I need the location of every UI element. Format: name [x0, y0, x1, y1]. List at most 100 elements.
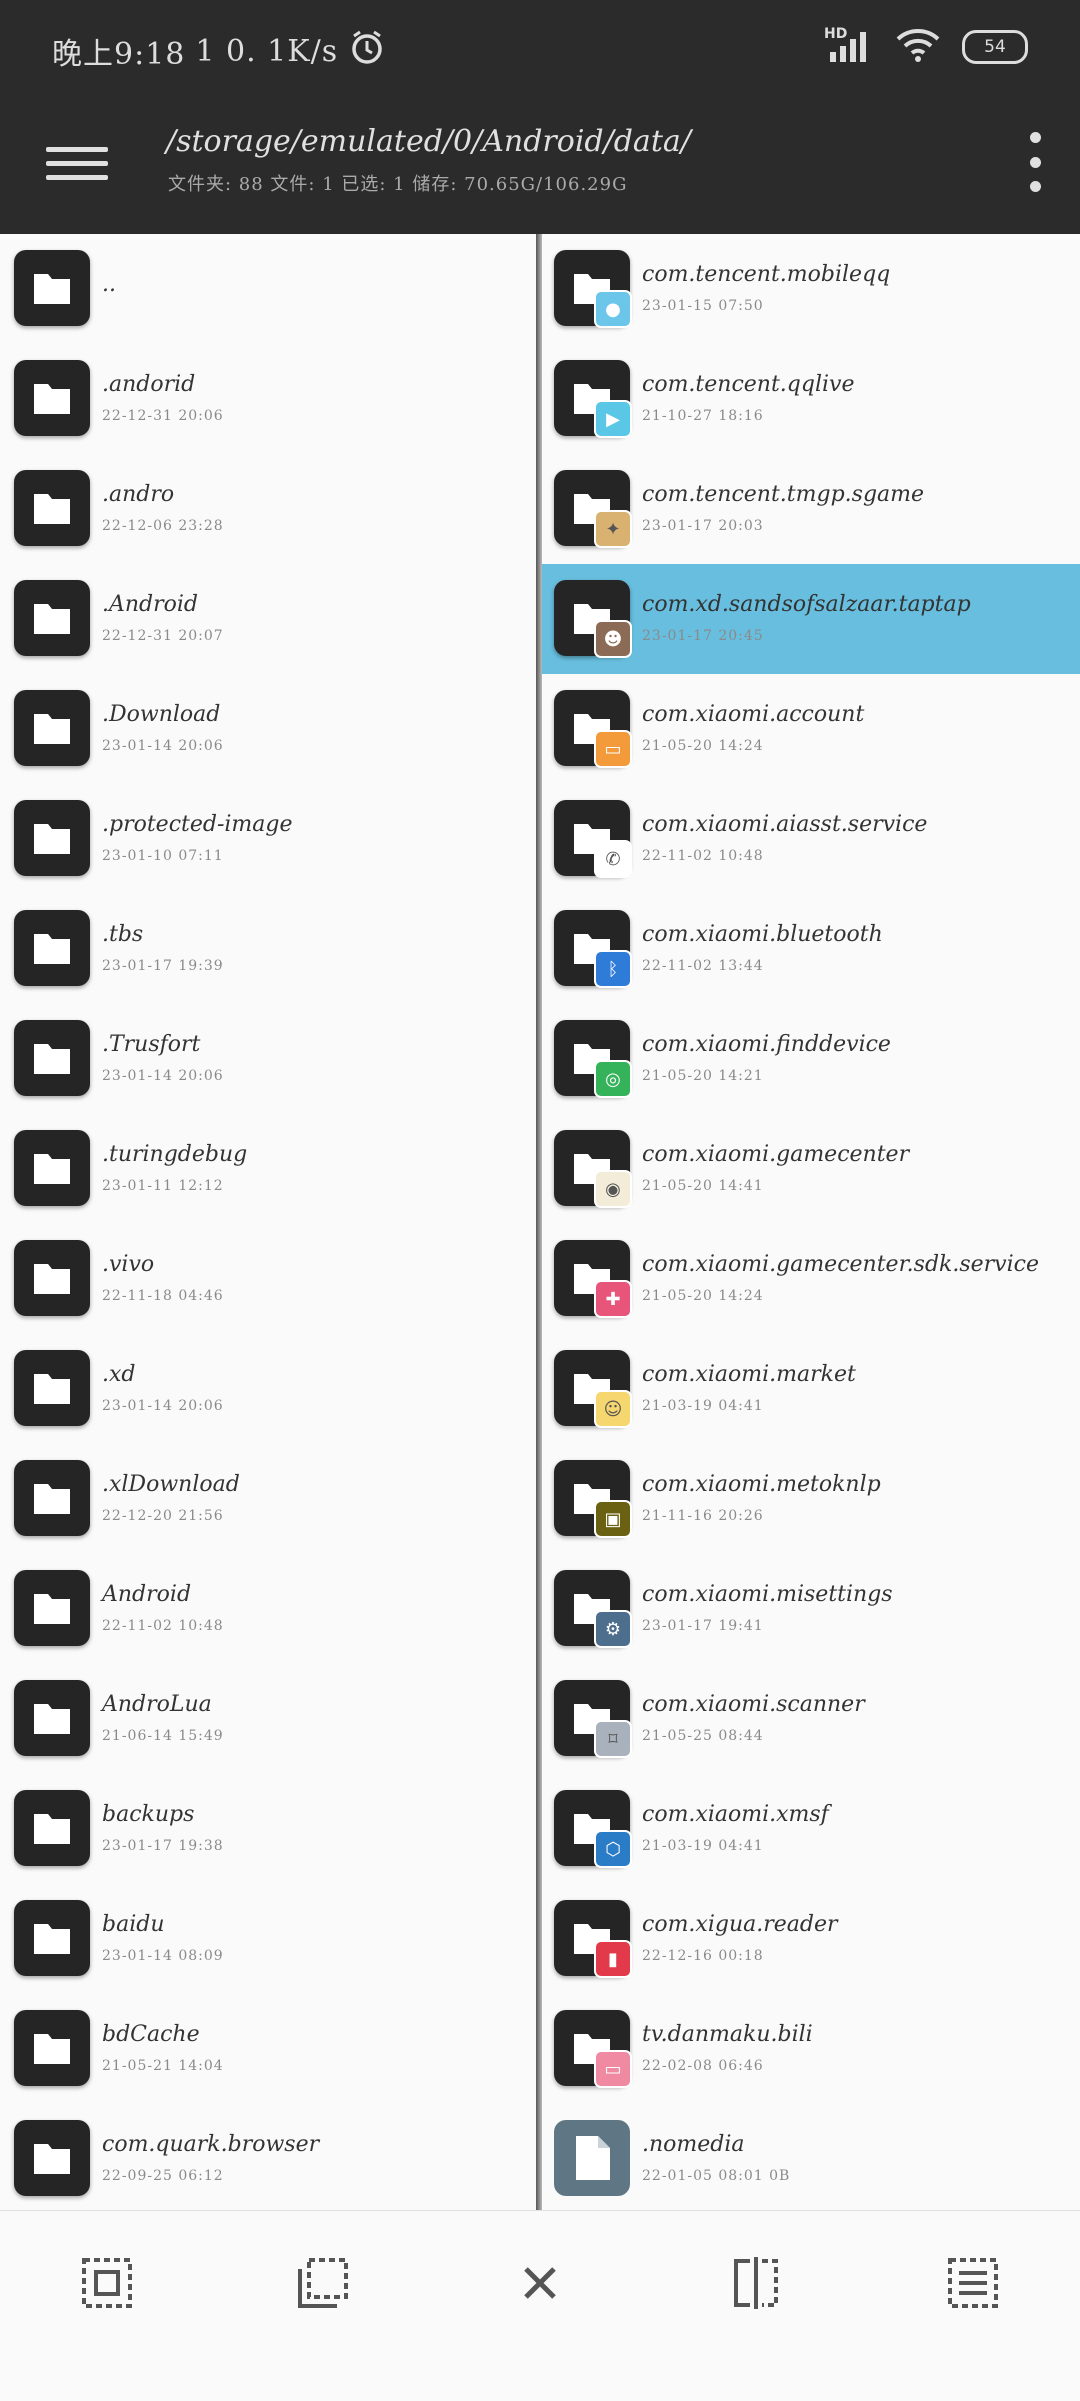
item-date: 22-11-02 10:48 — [642, 848, 764, 864]
item-date: 22-01-05 08:01 0B — [642, 2168, 791, 2184]
item-name: bdCache — [102, 2022, 200, 2047]
play-icon: ▶ — [594, 400, 632, 438]
market-icon: ☺ — [594, 1390, 632, 1428]
folder-row[interactable]: ● com.tencent.mobileqq 23-01-15 07:50 — [542, 234, 1080, 344]
item-name: com.xiaomi.bluetooth — [642, 922, 883, 947]
folder-icon: ☻ — [554, 580, 632, 658]
item-name: com.xigua.reader — [642, 1912, 838, 1937]
battery-indicator: 54 — [962, 30, 1028, 64]
item-date: 22-12-06 23:28 — [102, 518, 224, 534]
item-date: 21-05-20 14:24 — [642, 1288, 764, 1304]
list-icon[interactable] — [943, 2253, 1003, 2313]
item-name: AndroLua — [102, 1692, 212, 1717]
folder-icon — [14, 470, 90, 546]
item-name: com.xiaomi.metoknlp — [642, 1472, 881, 1497]
folder-icon — [14, 1130, 90, 1206]
item-date: 23-01-14 08:09 — [102, 1948, 224, 1964]
item-date: 22-11-02 13:44 — [642, 958, 764, 974]
menu-icon[interactable] — [46, 132, 108, 194]
folder-row[interactable]: .xlDownload 22-12-20 21:56 — [0, 1444, 536, 1554]
item-name: com.tencent.tmgp.sgame — [642, 482, 925, 507]
item-name: com.xiaomi.xmsf — [642, 1802, 829, 1827]
current-path[interactable]: /storage/emulated/0/Android/data/ — [166, 124, 691, 159]
item-name: com.tencent.mobileqq — [642, 262, 891, 287]
folder-row[interactable]: .turingdebug 23-01-11 12:12 — [0, 1114, 536, 1224]
item-date: 21-05-21 14:04 — [102, 2058, 224, 2074]
item-name: com.xiaomi.finddevice — [642, 1032, 891, 1057]
item-date: 22-12-31 20:07 — [102, 628, 224, 644]
folder-icon — [14, 1900, 90, 1976]
gamepad-icon: ◉ — [594, 1170, 632, 1208]
storage-stats: 文件夹: 88 文件: 1 已选: 1 储存: 70.65G/106.29G — [168, 174, 628, 195]
folder-row[interactable]: ▭ tv.danmaku.bili 22-02-08 06:46 — [542, 1994, 1080, 2104]
item-name: .xd — [102, 1362, 136, 1387]
folder-row[interactable]: .Android 22-12-31 20:07 — [0, 564, 536, 674]
folder-row[interactable]: .andro 22-12-06 23:28 — [0, 454, 536, 564]
split-view-icon[interactable] — [726, 2253, 786, 2313]
folder-row[interactable]: .tbs 23-01-17 19:39 — [0, 894, 536, 1004]
item-date: 21-05-20 14:24 — [642, 738, 764, 754]
item-name: com.quark.browser — [102, 2132, 320, 2157]
more-options-icon[interactable] — [1020, 132, 1050, 192]
item-date: 21-03-19 04:41 — [642, 1838, 764, 1854]
folder-row[interactable]: ▭ com.xiaomi.account 21-05-20 14:24 — [542, 674, 1080, 784]
folder-row[interactable]: .protected-image 23-01-10 07:11 — [0, 784, 536, 894]
item-name: .. — [102, 272, 116, 297]
folder-row[interactable]: ☺ com.xiaomi.market 21-03-19 04:41 — [542, 1334, 1080, 1444]
status-time: 晚上9:18 — [52, 37, 186, 72]
select-range-icon[interactable] — [293, 2253, 353, 2313]
folder-row[interactable]: ◉ com.xiaomi.gamecenter 21-05-20 14:41 — [542, 1114, 1080, 1224]
item-name: com.xiaomi.scanner — [642, 1692, 865, 1717]
folder-row[interactable]: ⬡ com.xiaomi.xmsf 21-03-19 04:41 — [542, 1774, 1080, 1884]
folder-row[interactable]: .Download 23-01-14 20:06 — [0, 674, 536, 784]
folder-icon: ▮ — [554, 1900, 632, 1978]
scanner-icon: ⌑ — [594, 1720, 632, 1758]
item-name: com.xiaomi.account — [642, 702, 865, 727]
folder-icon: ⚙ — [554, 1570, 632, 1648]
folder-row[interactable]: .Trusfort 23-01-14 20:06 — [0, 1004, 536, 1114]
select-all-icon[interactable] — [77, 2253, 137, 2313]
item-date: 22-11-18 04:46 — [102, 1288, 224, 1304]
item-date: 22-12-31 20:06 — [102, 408, 224, 424]
folder-icon — [14, 1460, 90, 1536]
folder-row[interactable]: ⌑ com.xiaomi.scanner 21-05-25 08:44 — [542, 1664, 1080, 1774]
folder-row[interactable]: .xd 23-01-14 20:06 — [0, 1334, 536, 1444]
bilibili-tv-icon: ▭ — [594, 2050, 632, 2088]
folder-row[interactable]: Android 22-11-02 10:48 — [0, 1554, 536, 1664]
item-date: 23-01-17 19:41 — [642, 1618, 764, 1634]
folder-row[interactable]: ▣ com.xiaomi.metoknlp 21-11-16 20:26 — [542, 1444, 1080, 1554]
folder-icon: ✆ — [554, 800, 632, 878]
folder-row[interactable]: AndroLua 21-06-14 15:49 — [0, 1664, 536, 1774]
folder-row[interactable]: ▶ com.tencent.qqlive 21-10-27 18:16 — [542, 344, 1080, 454]
alarm-icon — [348, 28, 386, 74]
folder-row[interactable]: baidu 23-01-14 08:09 — [0, 1884, 536, 1994]
folder-row[interactable]: ⚙ com.xiaomi.misettings 23-01-17 19:41 — [542, 1554, 1080, 1664]
folder-row[interactable]: bdCache 21-05-21 14:04 — [0, 1994, 536, 2104]
status-bar: 晚上9:18 1 0. 1K/s HD 54 — [0, 0, 1080, 100]
close-icon[interactable] — [510, 2253, 570, 2313]
folder-row[interactable]: ▮ com.xigua.reader 22-12-16 00:18 — [542, 1884, 1080, 1994]
folder-row[interactable]: .andorid 22-12-31 20:06 — [0, 344, 536, 454]
folder-row[interactable]: ◎ com.xiaomi.finddevice 21-05-20 14:21 — [542, 1004, 1080, 1114]
folder-row[interactable]: ᛒ com.xiaomi.bluetooth 22-11-02 13:44 — [542, 894, 1080, 1004]
folder-row[interactable]: ✚ com.xiaomi.gamecenter.sdk.service 21-05-… — [542, 1224, 1080, 1334]
item-name: com.xiaomi.misettings — [642, 1582, 893, 1607]
folder-row[interactable]: .vivo 22-11-18 04:46 — [0, 1224, 536, 1334]
phone-assistant-icon: ✆ — [594, 840, 632, 878]
folder-row[interactable]: com.quark.browser 22-09-25 06:12 — [0, 2104, 536, 2210]
file-row[interactable]: .nomedia 22-01-05 08:01 0B — [542, 2104, 1080, 2210]
folder-row[interactable]: ☻ com.xd.sandsofsalzaar.taptap 23-01-17 20… — [542, 564, 1080, 674]
folder-row[interactable]: .. — [0, 234, 536, 344]
item-date: 22-09-25 06:12 — [102, 2168, 224, 2184]
folder-icon — [14, 910, 90, 986]
item-date: 22-11-02 10:48 — [102, 1618, 224, 1634]
wifi-icon — [896, 28, 940, 66]
bottom-toolbar — [0, 2210, 1080, 2401]
folder-row[interactable]: ✦ com.tencent.tmgp.sgame 23-01-17 20:03 — [542, 454, 1080, 564]
item-name: Android — [102, 1582, 192, 1607]
folder-row[interactable]: backups 23-01-17 19:38 — [0, 1774, 536, 1884]
item-name: .xlDownload — [102, 1472, 240, 1497]
folder-icon: ⬡ — [554, 1790, 632, 1868]
folder-icon: ᛒ — [554, 910, 632, 988]
folder-row[interactable]: ✆ com.xiaomi.aiasst.service 22-11-02 10:48 — [542, 784, 1080, 894]
